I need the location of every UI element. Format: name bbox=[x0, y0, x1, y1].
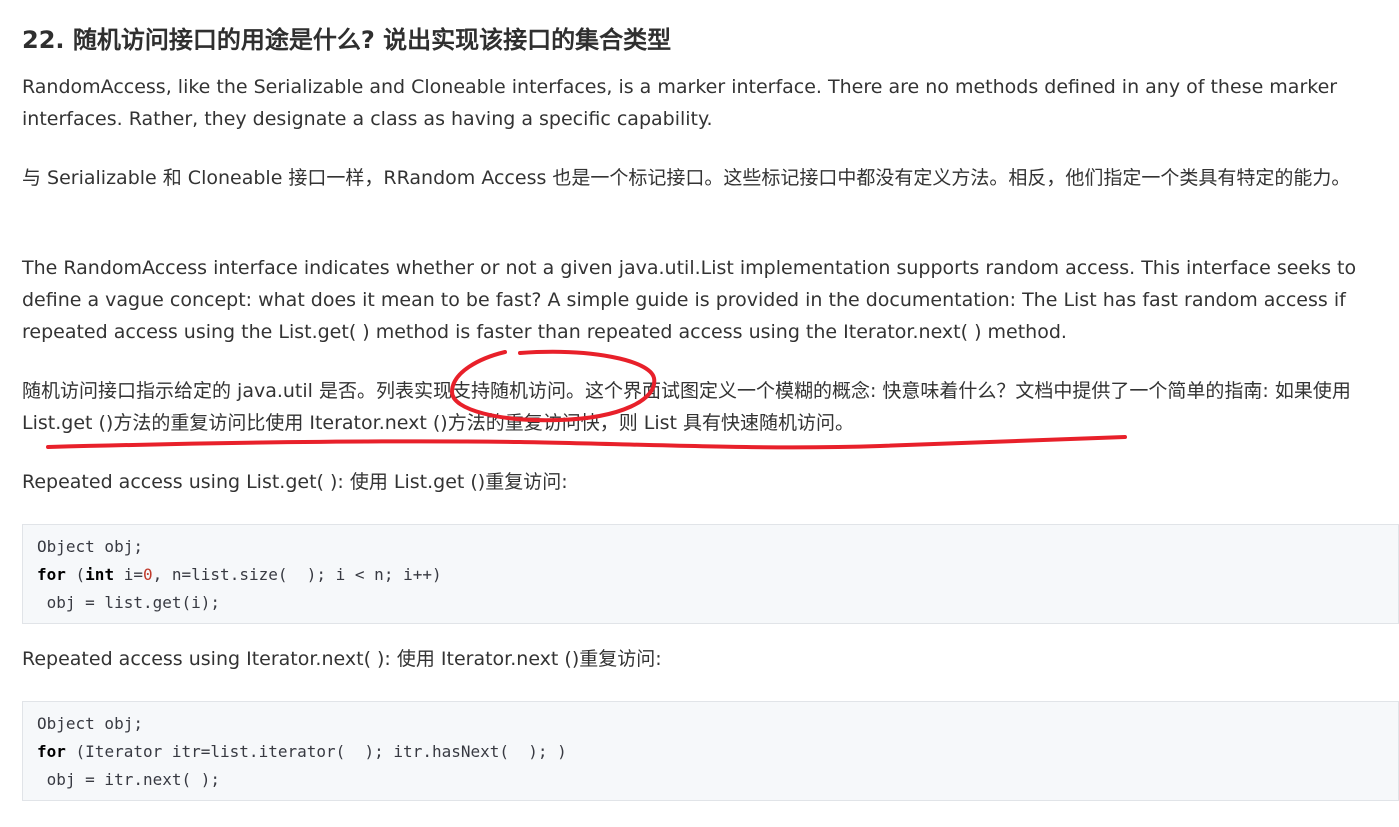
code-keyword: int bbox=[85, 565, 115, 584]
code-text: (Iterator itr=list.iterator( ); itr.hasN… bbox=[65, 742, 567, 761]
code-block-list-get: Object obj; for (int i=0, n=list.size( )… bbox=[22, 524, 1399, 624]
paragraph-english-intro: RandomAccess, like the Serializable and … bbox=[22, 76, 1338, 130]
code-block-iterator: Object obj; for (Iterator itr=list.itera… bbox=[22, 701, 1399, 801]
paragraph-list-get-label: Repeated access using List.get( ): 使用 Li… bbox=[22, 471, 568, 493]
code-keyword: for bbox=[37, 565, 66, 584]
code-line: obj = list.get(i); bbox=[37, 593, 221, 612]
code-text: ( bbox=[65, 565, 86, 584]
code-line: Object obj; bbox=[37, 714, 143, 733]
code-number: 0 bbox=[142, 565, 153, 584]
paragraph-english-detail: The RandomAccess interface indicates whe… bbox=[22, 257, 1357, 343]
paragraph-iterator-label: Repeated access using Iterator.next( ): … bbox=[22, 648, 662, 670]
question-heading: 22. 随机访问接口的用途是什么? 说出实现该接口的集合类型 bbox=[22, 26, 672, 54]
code-text: i= bbox=[114, 565, 143, 584]
code-line: obj = itr.next( ); bbox=[37, 770, 221, 789]
code-line: Object obj; bbox=[37, 537, 143, 556]
paragraph-chinese-detail: 随机访问接口指示给定的 java.util 是否。列表实现支持随机访问。这个界面… bbox=[22, 380, 1351, 434]
code-keyword: for bbox=[37, 742, 66, 761]
paragraph-chinese-intro: 与 Serializable 和 Cloneable 接口一样，RRandom … bbox=[22, 167, 1351, 189]
code-text: , n=list.size( ); i < n; i++) bbox=[152, 565, 442, 584]
